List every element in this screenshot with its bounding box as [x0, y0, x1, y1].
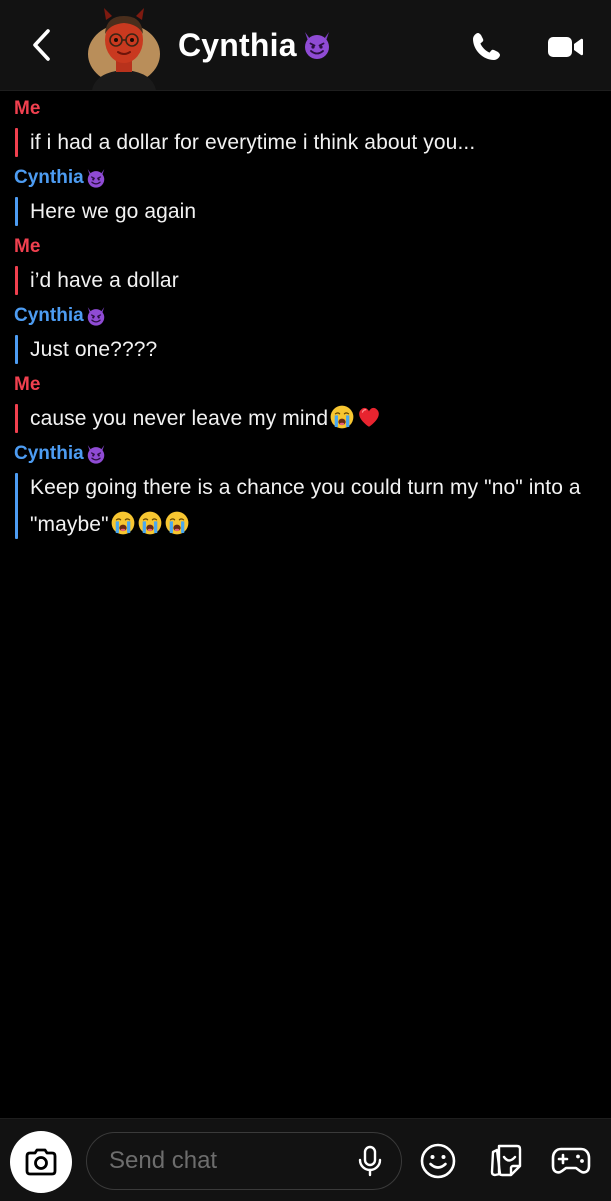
message-group: Me i’d have a dollar	[0, 234, 611, 299]
loudly-crying-face-icon	[329, 404, 355, 430]
avatar[interactable]	[84, 6, 164, 90]
message-text[interactable]: Just one????	[14, 331, 600, 368]
message-text[interactable]: i’d have a dollar	[14, 262, 600, 299]
microphone-icon[interactable]	[355, 1145, 385, 1177]
sender-label: Cynthia	[14, 303, 611, 329]
loudly-crying-face-icon	[110, 510, 136, 536]
sender-label: Cynthia	[14, 441, 611, 467]
sender-label: Me	[14, 374, 41, 395]
loudly-crying-face-icon	[137, 510, 163, 536]
message-group: Me cause you never leave my mind	[0, 372, 611, 437]
message-text[interactable]: cause you never leave my mind	[14, 400, 600, 437]
message-text[interactable]: Here we go again	[14, 193, 600, 230]
chat-input-container[interactable]	[86, 1132, 402, 1190]
message-group: Cynthia Keep going there is a chance you…	[0, 441, 611, 543]
contact-title[interactable]: Cynthia	[178, 22, 333, 68]
sender-label: Me	[14, 98, 41, 119]
phone-icon[interactable]	[466, 27, 506, 67]
loudly-crying-face-icon	[164, 510, 190, 536]
camera-icon[interactable]	[10, 1131, 72, 1193]
video-camera-icon[interactable]	[543, 27, 587, 67]
message-group: Cynthia Here we go again	[0, 165, 611, 230]
smiling-devil-icon	[85, 443, 107, 465]
message-text[interactable]: if i had a dollar for everytime i think …	[14, 124, 600, 161]
chat-input[interactable]	[109, 1133, 349, 1188]
chat-composer	[0, 1118, 611, 1201]
chevron-left-icon[interactable]	[22, 25, 62, 65]
message-list: Me if i had a dollar for everytime i thi…	[0, 92, 611, 543]
message-group: Me if i had a dollar for everytime i thi…	[0, 96, 611, 161]
smiling-devil-icon	[85, 305, 107, 327]
contact-name: Cynthia	[178, 26, 297, 63]
smiling-devil-icon	[301, 29, 333, 61]
message-group: Cynthia Just one????	[0, 303, 611, 368]
game-controller-icon[interactable]	[551, 1141, 591, 1181]
smiley-icon[interactable]	[418, 1141, 458, 1181]
message-text[interactable]: Keep going there is a chance you could t…	[14, 469, 590, 543]
sender-label: Cynthia	[14, 165, 611, 191]
chat-header: Cynthia	[0, 0, 611, 91]
sticker-icon[interactable]	[486, 1141, 526, 1181]
smiling-devil-icon	[85, 167, 107, 189]
sender-label: Me	[14, 236, 41, 257]
red-heart-icon	[356, 404, 382, 430]
